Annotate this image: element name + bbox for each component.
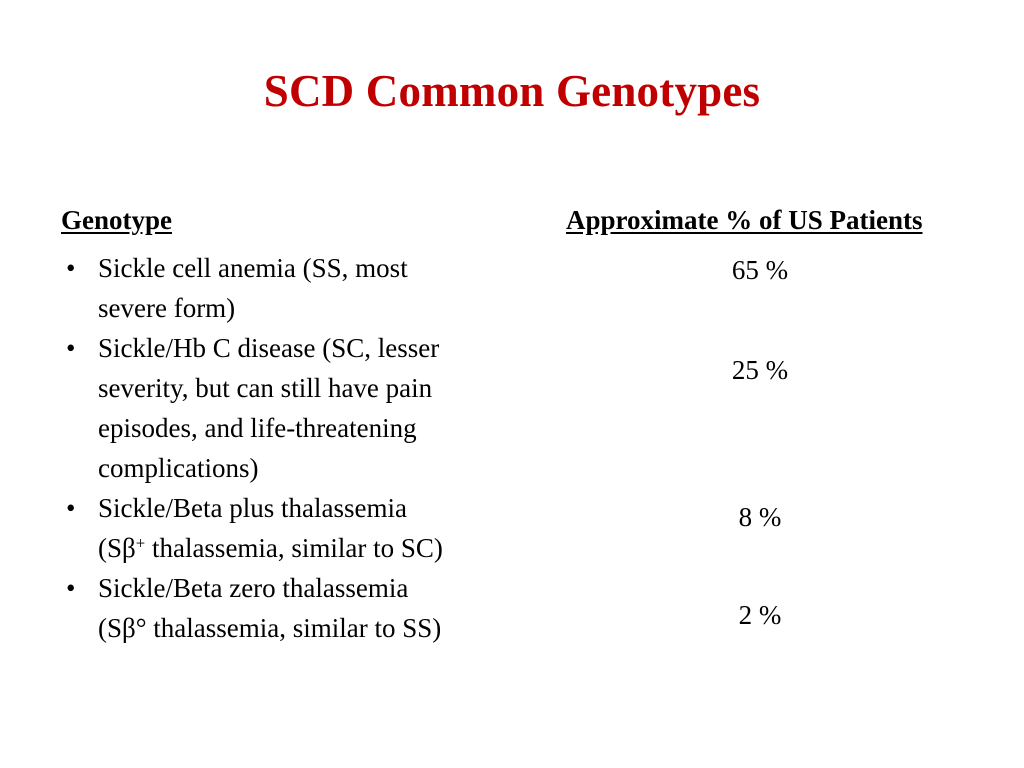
list-item: • Sickle/Beta plus thalassemia (Sβ+ thal… bbox=[60, 488, 560, 568]
list-item: • Sickle/Hb C disease (SC, lesser severi… bbox=[60, 328, 560, 488]
bullet-icon: • bbox=[66, 333, 76, 363]
list-item-line: complications) bbox=[98, 453, 259, 483]
beta-plus-prefix: (Sβ bbox=[98, 533, 136, 563]
beta-plus-suffix: thalassemia, similar to SC) bbox=[145, 533, 443, 563]
list-item-line: Sickle cell anemia (SS, most bbox=[98, 253, 408, 283]
list-item: • Sickle/Beta zero thalassemia (Sβ° thal… bbox=[60, 568, 560, 648]
slide-canvas: SCD Common Genotypes Genotype Approximat… bbox=[0, 0, 1024, 768]
list-item-line: (Sβ+ thalassemia, similar to SC) bbox=[98, 528, 560, 568]
list-item-line: severity, but can still have pain bbox=[98, 373, 433, 403]
list-item-line: Sickle/Beta zero thalassemia bbox=[98, 573, 409, 603]
bullet-icon: • bbox=[66, 253, 76, 283]
list-item-line: Sickle/Beta plus thalassemia bbox=[98, 493, 407, 523]
percent-value: 2 % bbox=[738, 600, 782, 630]
percent-value: 8 % bbox=[738, 502, 782, 532]
genotype-list: • Sickle cell anemia (SS, most severe fo… bbox=[60, 248, 560, 648]
list-item-line: Sickle/Hb C disease (SC, lesser bbox=[98, 333, 440, 363]
percent-value: 65 % bbox=[731, 255, 789, 285]
list-item-line: severe form) bbox=[98, 293, 236, 323]
superscript-plus-icon: + bbox=[135, 533, 146, 553]
list-item-line: episodes, and life-threatening bbox=[98, 413, 417, 443]
list-item-line: (Sβ° thalassemia, similar to SS) bbox=[98, 613, 442, 643]
column-header-percent: Approximate % of US Patients bbox=[566, 205, 923, 235]
page-title: SCD Common Genotypes bbox=[263, 66, 761, 116]
bullet-icon: • bbox=[66, 573, 76, 603]
column-header-genotype: Genotype bbox=[61, 205, 172, 235]
list-item: • Sickle cell anemia (SS, most severe fo… bbox=[60, 248, 560, 328]
bullet-icon: • bbox=[66, 493, 76, 523]
percent-value: 25 % bbox=[731, 355, 789, 385]
